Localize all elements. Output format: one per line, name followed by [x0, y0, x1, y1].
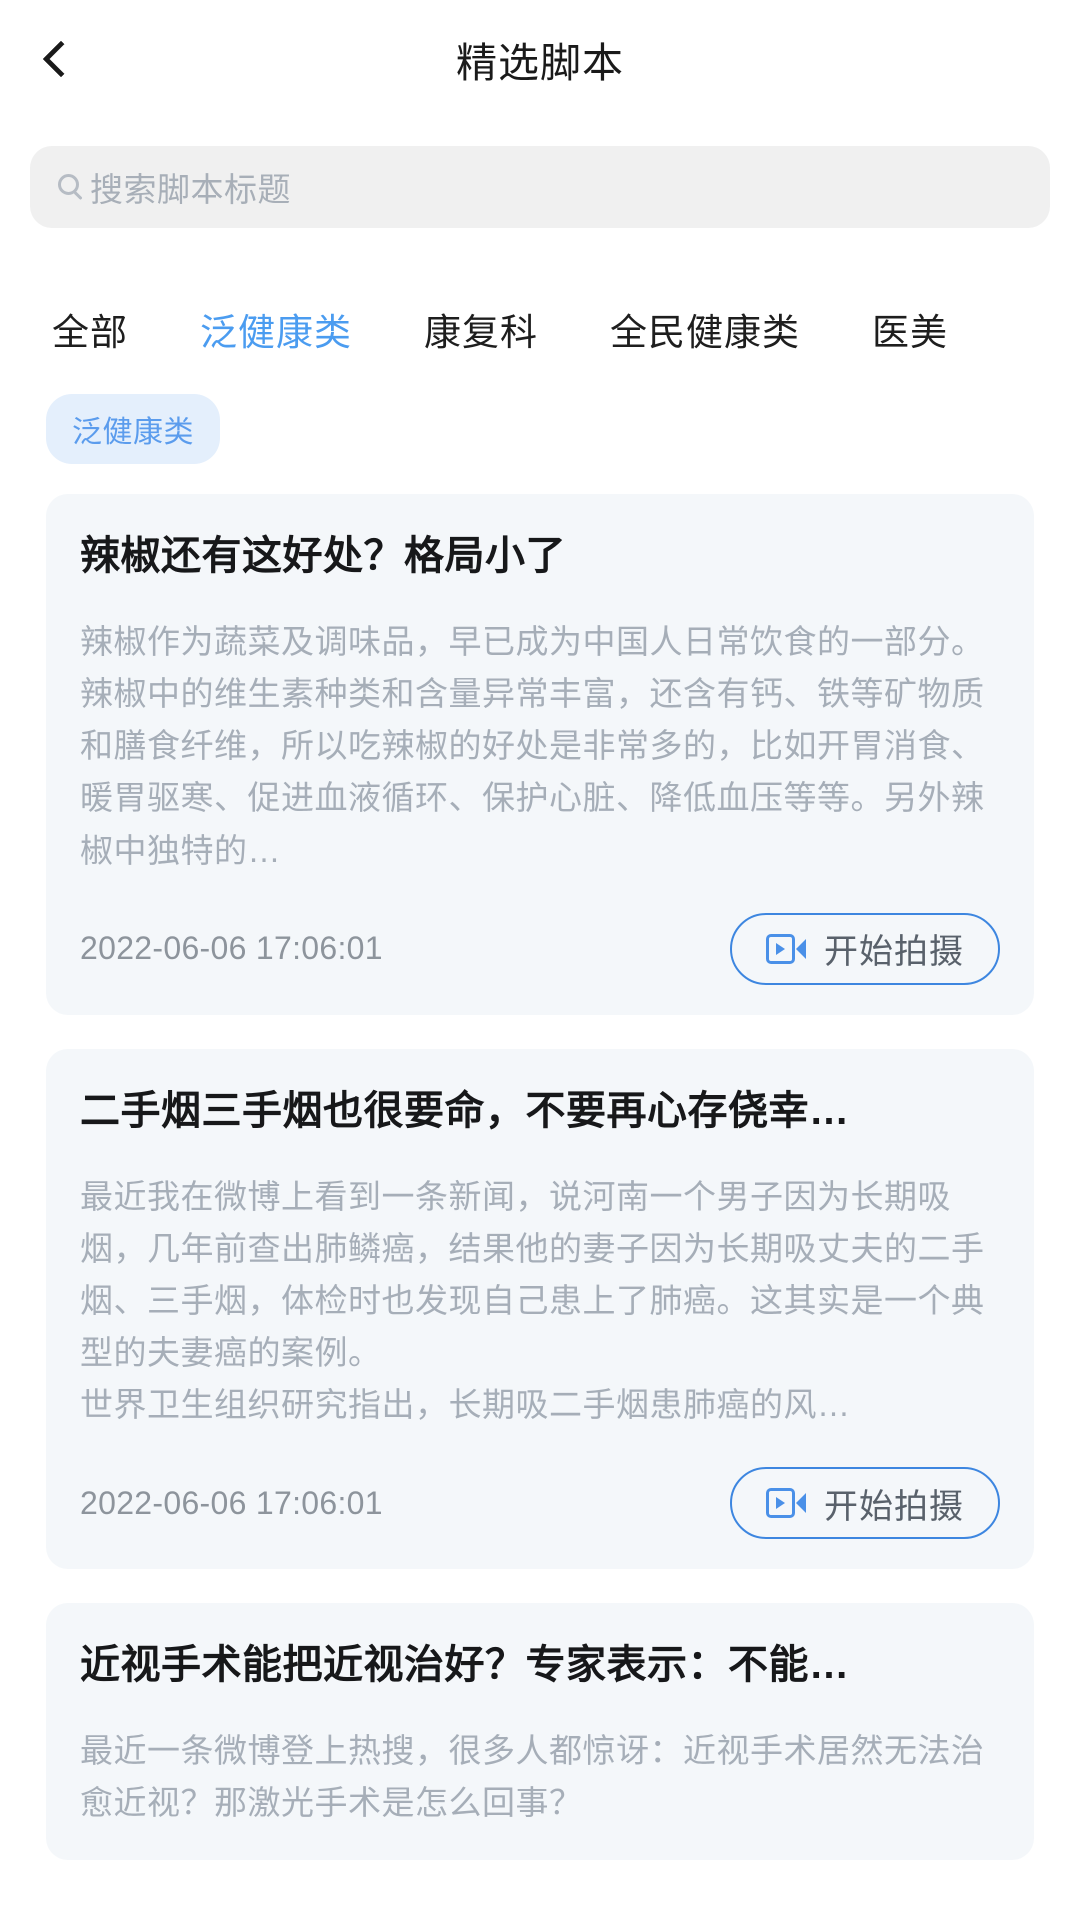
- tab-medical-aesthetics[interactable]: 医美: [872, 302, 948, 356]
- script-list: 辣椒还有这好处？格局小了 辣椒作为蔬菜及调味品，早已成为中国人日常饮食的一部分。…: [0, 464, 1080, 1920]
- script-date: 2022-06-06 17:06:01: [80, 1484, 383, 1521]
- tab-public-health[interactable]: 全民健康类: [610, 302, 800, 356]
- script-title: 近视手术能把近视治好？专家表示：不能…: [80, 1643, 850, 1688]
- script-card[interactable]: 二手烟三手烟也很要命，不要再心存侥幸… 最近我在微博上看到一条新闻，说河南一个男…: [46, 1048, 1034, 1570]
- start-shooting-label: 开始拍摄: [824, 933, 964, 972]
- search-placeholder: 搜索脚本标题: [90, 171, 291, 208]
- category-tabs[interactable]: 全部 泛健康类 康复科 全民健康类 医美: [0, 228, 1080, 356]
- app-header: 精选脚本: [0, 0, 1080, 118]
- script-card[interactable]: 辣椒还有这好处？格局小了 辣椒作为蔬菜及调味品，早已成为中国人日常饮食的一部分。…: [46, 494, 1034, 1015]
- search-section: 搜索脚本标题: [0, 118, 1080, 228]
- script-title: 二手烟三手烟也很要命，不要再心存侥幸…: [80, 1088, 850, 1133]
- script-date: 2022-06-06 17:06:01: [80, 930, 383, 967]
- back-button[interactable]: [42, 24, 118, 94]
- script-title: 辣椒还有这好处？格局小了: [80, 534, 566, 578]
- search-icon: [56, 172, 86, 202]
- start-shooting-label: 开始拍摄: [824, 1487, 964, 1526]
- tab-general-health[interactable]: 泛健康类: [200, 302, 352, 356]
- filter-chip-row: 泛健康类: [0, 356, 1080, 464]
- chevron-left-icon: [42, 40, 80, 78]
- script-card-footer: 2022-06-06 17:06:01 开始拍摄: [80, 1467, 1000, 1540]
- script-body: 最近我在微博上看到一条新闻，说河南一个男子因为长期吸烟，几年前查出肺鳞癌，结果他…: [80, 1177, 985, 1424]
- start-shooting-button[interactable]: 开始拍摄: [730, 912, 1000, 985]
- video-camera-icon: [766, 1488, 806, 1519]
- start-shooting-button[interactable]: 开始拍摄: [730, 1467, 1000, 1540]
- tab-all[interactable]: 全部: [52, 302, 128, 356]
- page-title: 精选脚本: [456, 40, 624, 86]
- search-input[interactable]: 搜索脚本标题: [30, 146, 1050, 228]
- tab-rehabilitation[interactable]: 康复科: [424, 302, 538, 356]
- filter-chip-general-health[interactable]: 泛健康类: [46, 394, 220, 464]
- video-camera-icon: [766, 933, 806, 964]
- script-body: 辣椒作为蔬菜及调味品，早已成为中国人日常饮食的一部分。辣椒中的维生素种类和含量异…: [80, 623, 985, 869]
- script-card[interactable]: 近视手术能把近视治好？专家表示：不能… 最近一条微博登上热搜，很多人都惊讶：近视…: [46, 1603, 1034, 1860]
- script-body: 最近一条微博登上热搜，很多人都惊讶：近视手术居然无法治愈近视？那激光手术是怎么回…: [80, 1732, 985, 1822]
- script-card-footer: 2022-06-06 17:06:01 开始拍摄: [80, 912, 1000, 985]
- script-library-screen: 精选脚本 搜索脚本标题 全部 泛健康类 康复科 全民健康类 医美 泛健康类 辣椒…: [0, 0, 1080, 1920]
